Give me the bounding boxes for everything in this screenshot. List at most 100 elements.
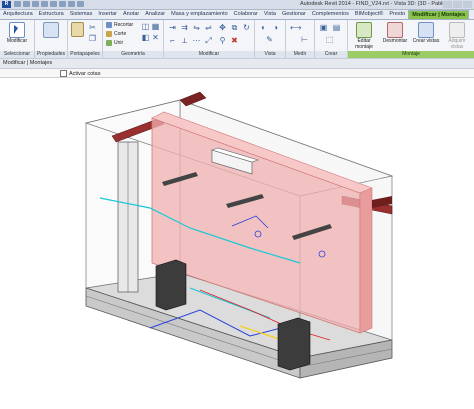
- context-label: Modificar | Montajes: [3, 60, 53, 66]
- recortar-label: Recortar: [114, 22, 134, 28]
- create-icon[interactable]: ▣: [319, 23, 328, 32]
- disassemble-button[interactable]: Desmontar: [380, 22, 410, 45]
- panel-clipboard: ✂ ❐ Portapapeles: [68, 20, 103, 58]
- disassemble-icon: [387, 22, 403, 38]
- tab-insertar[interactable]: Insertar: [95, 10, 120, 19]
- window-title: Autodesk Revit 2014 - FIND_V24.rvt - Vis…: [300, 1, 448, 7]
- tab-anotar[interactable]: Anotar: [120, 10, 142, 19]
- tab-complementos[interactable]: Complementos: [309, 10, 352, 19]
- array-icon[interactable]: ⋯: [192, 36, 201, 45]
- panel-title-properties[interactable]: Propiedades: [35, 51, 67, 58]
- split-face-icon[interactable]: ▦: [151, 22, 160, 31]
- cut-icon[interactable]: ✂: [88, 23, 97, 32]
- delete-icon[interactable]: ✖: [230, 36, 239, 45]
- 3d-view-canvas[interactable]: [0, 78, 474, 407]
- hide-icon[interactable]: ◑: [271, 23, 280, 32]
- measure-icon[interactable]: ⟷: [290, 23, 301, 32]
- scale-icon[interactable]: ⤢: [204, 36, 213, 45]
- create-views-button[interactable]: Crear vistas: [412, 22, 440, 45]
- edit-assembly-button[interactable]: Editar montaje: [350, 22, 378, 50]
- open-icon[interactable]: [14, 1, 21, 7]
- window-controls: [443, 1, 472, 8]
- close-button[interactable]: [463, 1, 472, 8]
- paint-icon[interactable]: ◧: [141, 33, 150, 42]
- title-bar: R Autodesk Revit 2014 - FIND_V24.rvt - V…: [0, 0, 474, 10]
- panel-title-view[interactable]: Vista: [255, 51, 285, 58]
- properties-icon: [43, 22, 59, 38]
- similar-icon[interactable]: ⬚: [325, 35, 334, 44]
- pin-icon[interactable]: ⚲: [218, 36, 227, 45]
- group-icon[interactable]: ▤: [332, 23, 341, 32]
- corte-button[interactable]: Corte: [106, 31, 126, 37]
- 3d-model: [84, 91, 394, 379]
- panel-title-select[interactable]: Seleccionar: [0, 51, 34, 58]
- trim-icon[interactable]: ⌐: [168, 36, 177, 45]
- acquire-views-icon: [449, 22, 465, 38]
- panel-measure: ⟷ ⊢ Medir: [286, 20, 315, 58]
- tab-bimobject[interactable]: BIMobject®: [352, 10, 387, 19]
- maximize-button[interactable]: [453, 1, 462, 8]
- modify-button[interactable]: Modificar: [2, 22, 32, 45]
- minimize-button[interactable]: [443, 1, 452, 8]
- revit-logo-icon[interactable]: R: [2, 1, 11, 8]
- activate-dimensions-checkbox[interactable]: [60, 70, 67, 77]
- text-qat-icon[interactable]: [68, 1, 75, 7]
- view-icon[interactable]: ◐: [259, 23, 268, 32]
- panel-geometry: Recortar Corte Unir ◫ ▦ ◧ ✕ Geometría: [103, 20, 164, 58]
- panel-title-clipboard[interactable]: Portapapeles: [68, 51, 102, 58]
- measure-qat-icon[interactable]: [59, 1, 66, 7]
- paste-icon: [70, 22, 84, 37]
- undo-icon[interactable]: [32, 1, 39, 7]
- demolish-icon[interactable]: ✕: [151, 33, 160, 42]
- recortar-button[interactable]: Recortar: [106, 22, 133, 28]
- activate-dimensions-label: Activar cotas: [69, 70, 101, 77]
- tab-gestionar[interactable]: Gestionar: [279, 10, 309, 19]
- save-icon[interactable]: [23, 1, 30, 7]
- tab-sistemas[interactable]: Sistemas: [67, 10, 96, 19]
- unir-button[interactable]: Unir: [106, 40, 123, 46]
- unir-label: Unir: [114, 40, 124, 46]
- copy-element-icon[interactable]: ⧉: [230, 23, 239, 32]
- join-icon: [106, 40, 112, 46]
- redo-icon[interactable]: [41, 1, 48, 7]
- pink-wall-side: [359, 187, 373, 334]
- mirror-icon[interactable]: ⇋: [192, 23, 201, 32]
- offset-icon[interactable]: ⇉: [180, 23, 189, 32]
- panel-title-measure[interactable]: Medir: [286, 51, 314, 58]
- tab-vista[interactable]: Vista: [261, 10, 279, 19]
- split-icon[interactable]: ⟂: [180, 36, 189, 45]
- properties-button[interactable]: [40, 22, 62, 39]
- align-icon[interactable]: ⇥: [168, 23, 177, 32]
- activate-dimensions-option[interactable]: Activar cotas: [60, 70, 100, 77]
- 3d-view-qat-icon[interactable]: [77, 1, 84, 7]
- modify-label: Modificar: [6, 38, 28, 44]
- tab-estructura[interactable]: Estructura: [36, 10, 67, 19]
- paste-button[interactable]: [70, 22, 84, 38]
- dimension-icon[interactable]: ⊢: [300, 35, 309, 44]
- override-icon[interactable]: ✎: [265, 35, 274, 44]
- acquire-views-button[interactable]: Adquirir vistas: [442, 22, 472, 50]
- tab-analizar[interactable]: Analizar: [142, 10, 168, 19]
- tab-colaborar[interactable]: Colaborar: [231, 10, 261, 19]
- panel-title-geometry[interactable]: Geometría: [103, 51, 163, 58]
- edit-assembly-icon: [356, 22, 372, 38]
- edit-assembly-label: Editar montaje: [355, 38, 373, 50]
- mirror-draw-icon[interactable]: ⇌: [204, 23, 213, 32]
- wall-joins-icon[interactable]: ◫: [141, 22, 150, 31]
- tab-masa[interactable]: Masa y emplazamiento: [168, 10, 231, 19]
- panel-title-create[interactable]: Crear: [315, 51, 347, 58]
- ribbon: Modificar Seleccionar Propiedades ✂ ❐ Po…: [0, 20, 474, 59]
- tab-modificar-montajes[interactable]: Modificar | Montajes: [408, 10, 470, 19]
- panel-properties: Propiedades: [35, 20, 68, 58]
- move-icon[interactable]: ✥: [218, 23, 227, 32]
- ribbon-tabs: Arquitectura Estructura Sistemas Inserta…: [0, 10, 474, 20]
- rotate-icon[interactable]: ↻: [242, 23, 251, 32]
- panel-title-assembly[interactable]: Montaje: [348, 51, 474, 58]
- panel-title-modify[interactable]: Modificar: [164, 51, 254, 58]
- modify-icon: [9, 22, 25, 38]
- copy-icon[interactable]: ❐: [88, 34, 97, 43]
- print-icon[interactable]: [50, 1, 57, 7]
- tab-presto[interactable]: Presto: [386, 10, 408, 19]
- cope-icon: [106, 22, 112, 28]
- tab-arquitectura[interactable]: Arquitectura: [0, 10, 36, 19]
